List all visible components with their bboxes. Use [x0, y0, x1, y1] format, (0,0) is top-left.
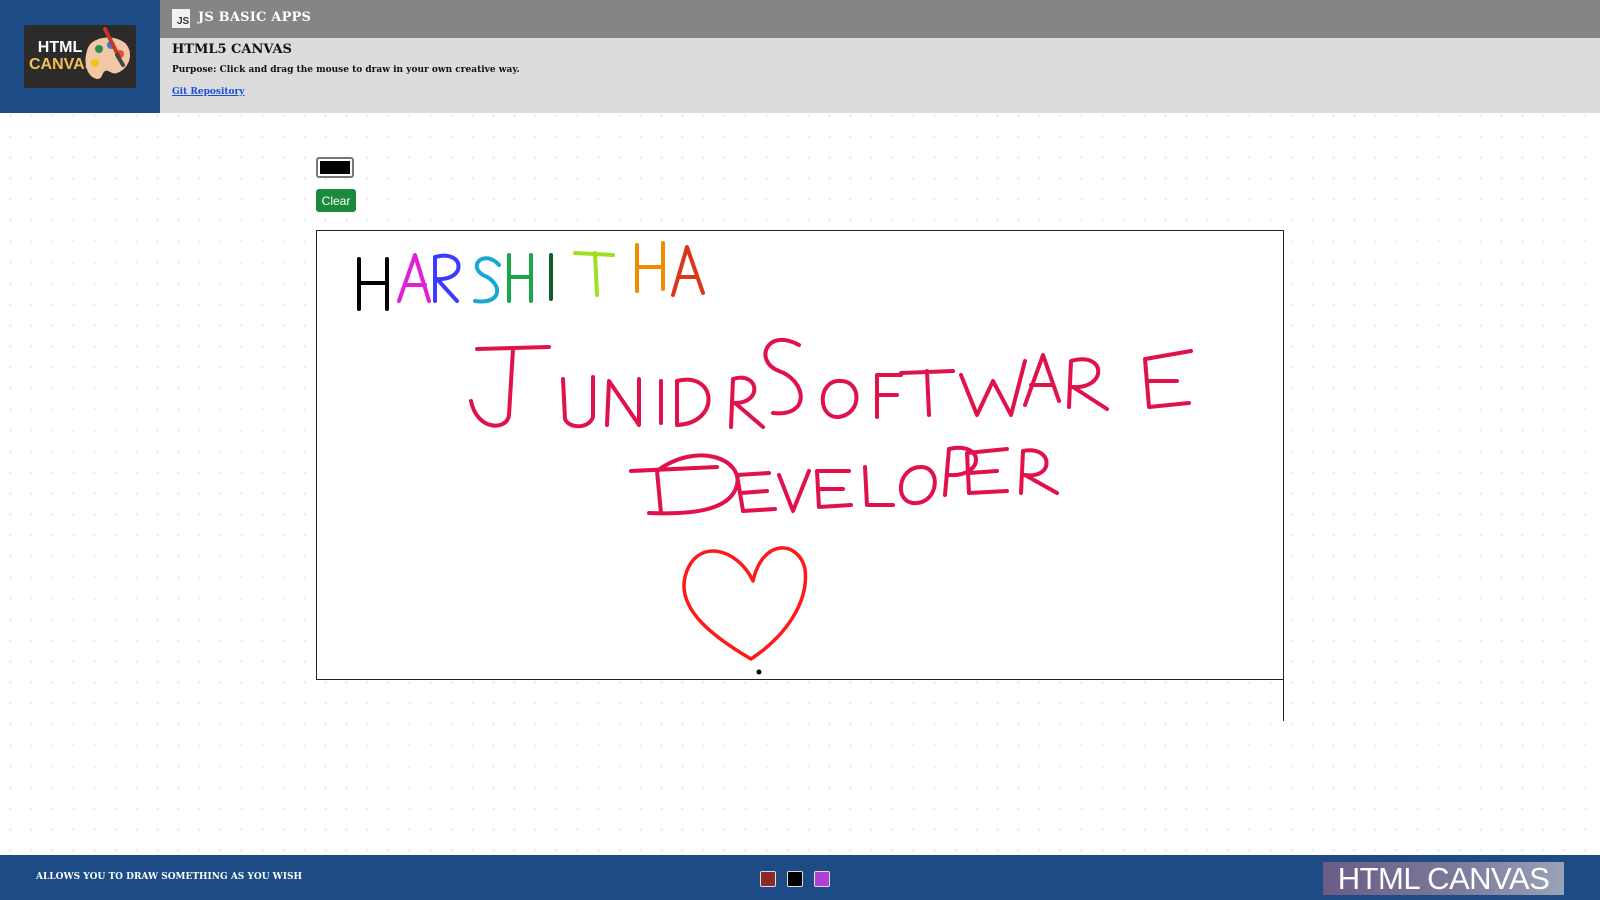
- site-title[interactable]: JS BASIC APPS: [198, 10, 311, 25]
- color-palette: [760, 871, 830, 887]
- clear-button[interactable]: Clear: [316, 189, 356, 212]
- footer-logo: HTML CANVAS: [1323, 862, 1564, 895]
- palette-swatch-black[interactable]: [787, 871, 803, 887]
- palette-swatch-brown[interactable]: [760, 871, 776, 887]
- js-icon: JS: [172, 9, 190, 28]
- drawing-canvas[interactable]: [316, 230, 1284, 680]
- app-header: HTML CANVAS JS JS BASIC APPS HTML5 CANVA…: [0, 0, 1600, 113]
- palette-icon: [85, 27, 131, 79]
- page-title: HTML5 CANVAS: [172, 42, 292, 57]
- footer: ALLOWS YOU TO DRAW SOMETHING AS YOU WISH…: [0, 855, 1600, 900]
- logo-area: HTML CANVAS: [0, 0, 160, 113]
- drawing-developer: [629, 445, 1059, 516]
- color-picker[interactable]: [316, 157, 354, 178]
- top-bar: JS JS BASIC APPS: [160, 0, 1600, 38]
- git-repository-link[interactable]: Git Repository: [172, 87, 245, 97]
- palette-swatch-purple[interactable]: [814, 871, 830, 887]
- drawing-harshitha: [357, 241, 705, 311]
- info-bar: HTML5 CANVAS Purpose: Click and drag the…: [160, 38, 1600, 113]
- color-picker-swatch: [320, 161, 350, 174]
- footer-text: ALLOWS YOU TO DRAW SOMETHING AS YOU WISH: [36, 872, 302, 882]
- drawing-heart: [682, 546, 808, 675]
- purpose-text: Purpose: Click and drag the mouse to dra…: [172, 65, 520, 75]
- drawing-junior-software: [469, 337, 1193, 429]
- app-logo[interactable]: HTML CANVAS: [24, 25, 136, 88]
- canvas-edge-line: [1283, 680, 1284, 721]
